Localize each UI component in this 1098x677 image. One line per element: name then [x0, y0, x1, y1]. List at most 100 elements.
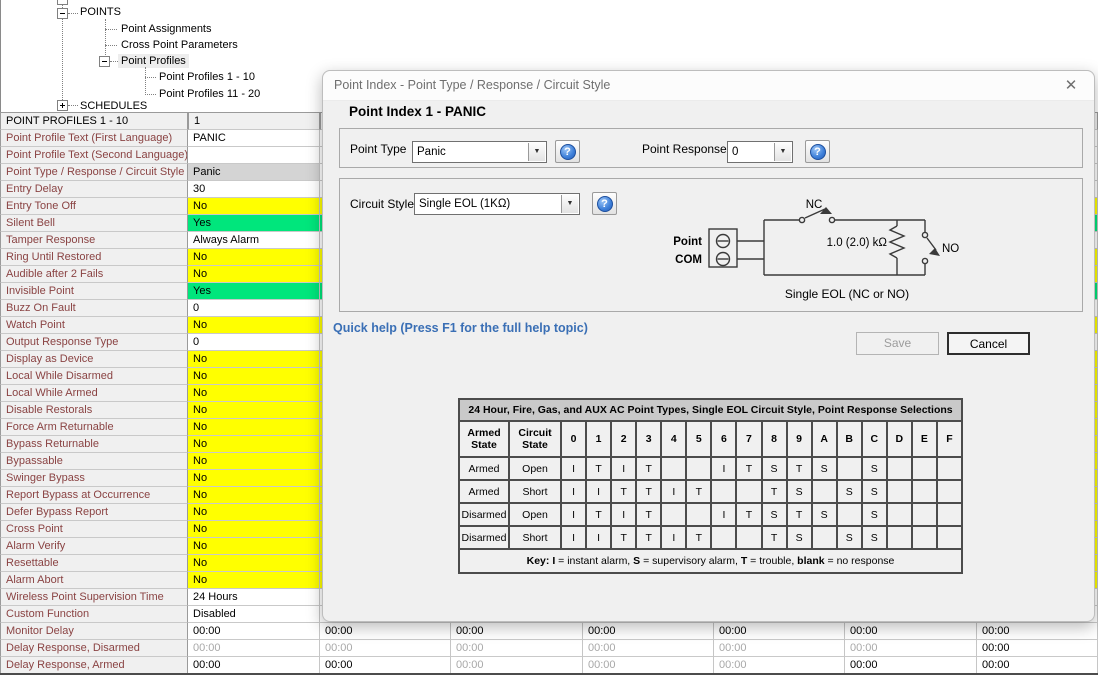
- profile-value-cell[interactable]: 00:00: [845, 623, 977, 640]
- diagram-point-label: Point: [673, 236, 702, 248]
- profile-row-label: Point Profile Text (First Language): [0, 130, 188, 147]
- profile-value-cell[interactable]: 00:00: [320, 623, 451, 640]
- tree-item-point-assignments[interactable]: Point Assignments: [118, 22, 215, 36]
- save-button[interactable]: Save: [856, 332, 939, 355]
- profile-value-cell[interactable]: [188, 147, 320, 164]
- profile-row-label: Output Response Type: [0, 334, 188, 351]
- collapse-icon[interactable]: [57, 8, 68, 19]
- profile-value-cell[interactable]: 00:00: [583, 640, 714, 657]
- profile-value-cell[interactable]: 00:00: [188, 623, 320, 640]
- profile-value-cell[interactable]: No: [188, 453, 320, 470]
- quick-help-link[interactable]: Quick help (Press F1 for the full help t…: [333, 321, 588, 335]
- profile-value-cell[interactable]: Yes: [188, 283, 320, 300]
- collapse-icon[interactable]: [99, 56, 110, 67]
- profile-value-cell[interactable]: No: [188, 504, 320, 521]
- profile-value-cell[interactable]: 00:00: [714, 623, 845, 640]
- profile-value-cell[interactable]: 30: [188, 181, 320, 198]
- point-response-help-button[interactable]: ?: [805, 140, 830, 163]
- profile-value-cell[interactable]: 0: [188, 334, 320, 351]
- profile-value-cell[interactable]: 00:00: [188, 657, 320, 674]
- profile-value-cell[interactable]: 00:00: [714, 657, 845, 674]
- profile-value-cell[interactable]: 00:00: [977, 623, 1098, 640]
- chevron-down-icon[interactable]: ▼: [774, 143, 791, 161]
- profile-value-cell[interactable]: No: [188, 487, 320, 504]
- tree-item-point-profiles-1-10[interactable]: Point Profiles 1 - 10: [156, 70, 258, 84]
- response-table-cell: [912, 480, 937, 503]
- point-response-select[interactable]: 0 ▼: [727, 141, 793, 163]
- response-table-cell: [711, 480, 736, 503]
- profile-row-label: Monitor Delay: [0, 623, 188, 640]
- profile-value-cell[interactable]: No: [188, 317, 320, 334]
- expand-icon[interactable]: [57, 100, 68, 111]
- profile-row-label: Local While Armed: [0, 385, 188, 402]
- profile-value-cell[interactable]: No: [188, 470, 320, 487]
- tree-item-points[interactable]: POINTS: [77, 5, 124, 19]
- profile-value-cell[interactable]: No: [188, 368, 320, 385]
- profile-row-label: Resettable: [0, 555, 188, 572]
- profile-value-cell[interactable]: No: [188, 402, 320, 419]
- profile-value-cell[interactable]: No: [188, 385, 320, 402]
- tree-item-schedules[interactable]: SCHEDULES: [77, 99, 150, 112]
- response-table-cell: [661, 457, 686, 480]
- chevron-down-icon[interactable]: ▼: [561, 195, 578, 213]
- profile-value-cell[interactable]: 00:00: [451, 640, 583, 657]
- profile-value-cell[interactable]: 00:00: [583, 623, 714, 640]
- response-table-cell: S: [837, 480, 862, 503]
- profile-value-cell[interactable]: 00:00: [977, 657, 1098, 674]
- point-type-select[interactable]: Panic ▼: [412, 141, 547, 163]
- profile-value-cell[interactable]: No: [188, 521, 320, 538]
- tree-connector: [145, 77, 156, 78]
- profile-value-cell[interactable]: No: [188, 198, 320, 215]
- profile-value-cell[interactable]: 24 Hours: [188, 589, 320, 606]
- profile-value-cell[interactable]: 00:00: [845, 657, 977, 674]
- response-table-cell: I: [586, 480, 611, 503]
- profile-value-cell[interactable]: No: [188, 419, 320, 436]
- expand-collapse-icon[interactable]: [57, 0, 68, 5]
- response-table-cell: S: [862, 457, 887, 480]
- table-bottom-border: [0, 673, 1098, 675]
- tree-item-cross-point-parameters[interactable]: Cross Point Parameters: [118, 38, 241, 52]
- response-table-cell: T: [611, 526, 636, 549]
- profile-value-cell[interactable]: No: [188, 436, 320, 453]
- profile-value-cell[interactable]: Yes: [188, 215, 320, 232]
- cancel-button[interactable]: Cancel: [947, 332, 1030, 355]
- circuit-style-help-button[interactable]: ?: [592, 192, 617, 215]
- circuit-diagram: Point COM NC NO 1.0 (2.0) kΩ Single EOL …: [642, 197, 982, 309]
- response-table-cell: S: [762, 503, 787, 526]
- profile-value-cell[interactable]: Panic: [188, 164, 320, 181]
- response-table-cell: [887, 480, 912, 503]
- response-table-cell: [912, 503, 937, 526]
- profile-value-cell[interactable]: PANIC: [188, 130, 320, 147]
- profile-value-cell[interactable]: 00:00: [320, 657, 451, 674]
- profile-value-cell[interactable]: No: [188, 555, 320, 572]
- chevron-down-icon[interactable]: ▼: [528, 143, 545, 161]
- tree-item-point-profiles[interactable]: Point Profiles: [118, 54, 189, 68]
- profile-row-label: Bypassable: [0, 453, 188, 470]
- profile-value-cell[interactable]: 00:00: [583, 657, 714, 674]
- profile-value-cell[interactable]: No: [188, 351, 320, 368]
- tree-item-point-profiles-11-20[interactable]: Point Profiles 11 - 20: [156, 87, 263, 101]
- profile-value-cell[interactable]: Always Alarm: [188, 232, 320, 249]
- profile-value-cell[interactable]: No: [188, 266, 320, 283]
- tree-connector: [110, 61, 118, 62]
- diagram-caption: Single EOL (NC or NO): [785, 287, 909, 301]
- profile-value-cell[interactable]: Disabled: [188, 606, 320, 623]
- profile-value-cell[interactable]: 00:00: [451, 657, 583, 674]
- profile-value-cell[interactable]: No: [188, 538, 320, 555]
- point-type-help-button[interactable]: ?: [555, 140, 580, 163]
- profile-row-label: Invisible Point: [0, 283, 188, 300]
- profile-row-label: Cross Point: [0, 521, 188, 538]
- profile-value-cell[interactable]: 00:00: [714, 640, 845, 657]
- profile-value-cell[interactable]: 00:00: [320, 640, 451, 657]
- profile-value-cell[interactable]: 00:00: [451, 623, 583, 640]
- profile-value-cell[interactable]: 0: [188, 300, 320, 317]
- profile-value-cell[interactable]: No: [188, 572, 320, 589]
- profile-value-cell[interactable]: 00:00: [845, 640, 977, 657]
- circuit-style-select[interactable]: Single EOL (1KΩ) ▼: [414, 193, 580, 215]
- close-icon[interactable]: ✕: [1061, 76, 1081, 96]
- profile-value-cell[interactable]: 00:00: [188, 640, 320, 657]
- profile-value-cell[interactable]: 00:00: [977, 640, 1098, 657]
- circuit-style-group: Circuit Style Single EOL (1KΩ) ▼ ?: [339, 178, 1083, 312]
- circuit-style-value: Single EOL (1KΩ): [419, 198, 510, 210]
- profile-value-cell[interactable]: No: [188, 249, 320, 266]
